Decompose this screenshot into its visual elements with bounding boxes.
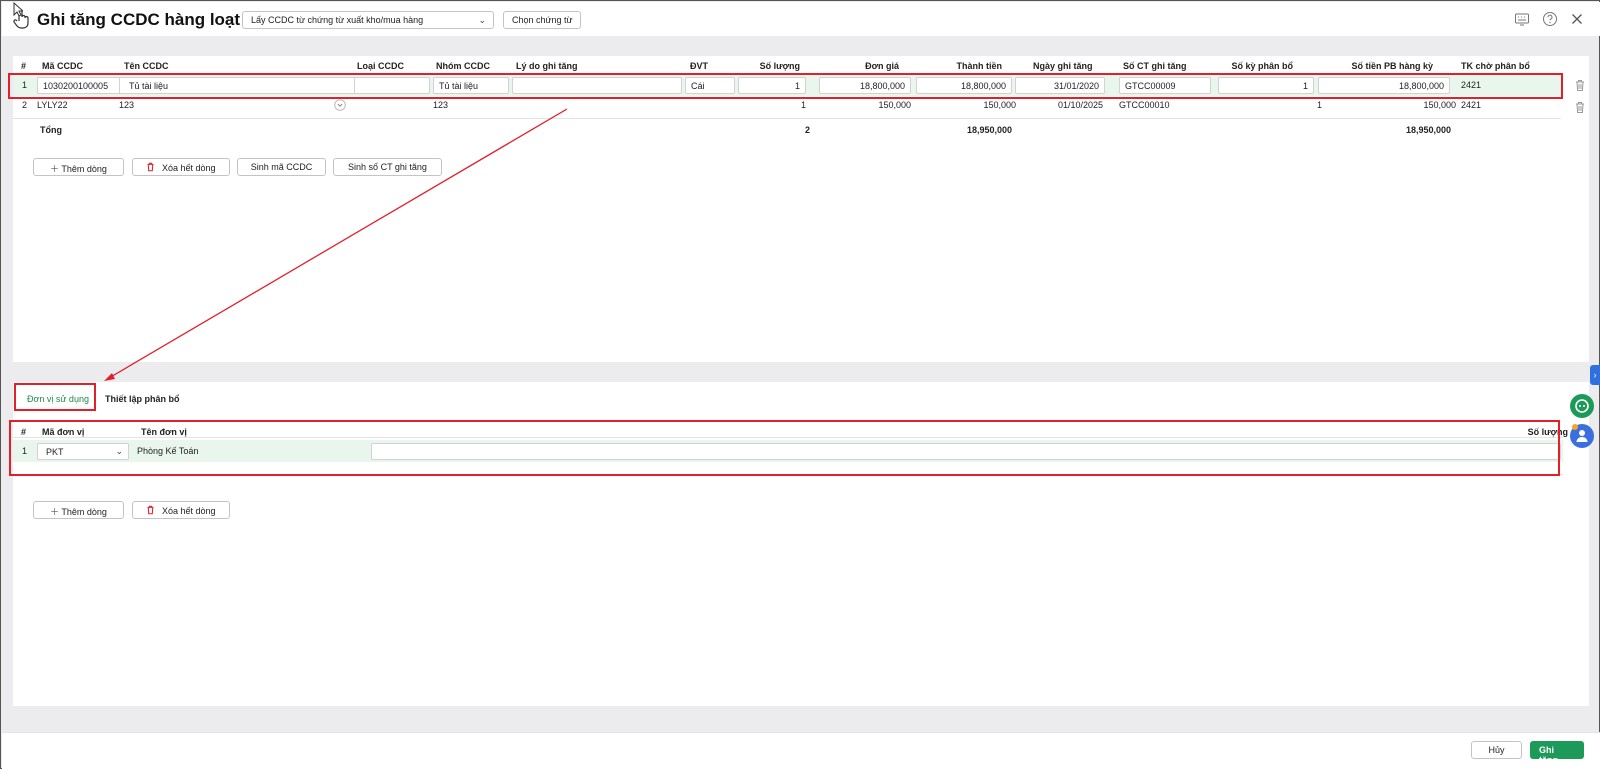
trash-icon (147, 162, 154, 172)
don-gia-value: 150,000 (878, 100, 911, 110)
chevron-down-icon: ⌄ (478, 15, 486, 25)
save-button[interactable]: Ghi tăng (1530, 741, 1584, 765)
choose-voucher-button[interactable]: Chọn chứng từ (503, 11, 581, 29)
add-row-button[interactable]: ＋ Thêm dòng (33, 501, 124, 519)
community-icon[interactable] (1569, 423, 1595, 449)
ten-ccdc-value: 123 (119, 100, 135, 110)
side-expand-tab[interactable]: › (1590, 365, 1600, 385)
gen-voucher-no-button[interactable]: Sinh số CT ghi tăng (333, 158, 442, 176)
close-icon[interactable] (1569, 11, 1585, 27)
so-luong-value: 1 (800, 100, 806, 110)
add-row-label: Thêm dòng (61, 164, 107, 174)
nhom-ccdc-value: 123 (433, 100, 449, 110)
col-ngay-ghi-tang: Ngày ghi tăng (1033, 61, 1093, 71)
total-periodic-amount: 18,950,000 (1405, 125, 1451, 135)
ma-ccdc-value: LYLY22 (37, 100, 68, 110)
col-index: # (21, 61, 27, 71)
col-loai-ccdc: Loại CCDC (357, 61, 404, 71)
source-select-value: Lấy CCDC từ chứng từ xuất kho/mua hàng (251, 15, 424, 25)
plus-icon: ＋ (50, 164, 60, 174)
delete-all-label: Xóa hết dòng (161, 163, 216, 173)
add-row-button[interactable]: ＋ Thêm dòng (33, 158, 124, 176)
col-so-tien-pb: Số tiền PB hàng kỳ (1351, 61, 1433, 71)
col-nhom-ccdc: Nhóm CCDC (436, 61, 490, 71)
trash-icon[interactable] (1574, 79, 1586, 92)
total-quantity: 2 (804, 125, 810, 135)
thanh-tien-value: 150,000 (983, 100, 1016, 110)
col-dvt: ĐVT (690, 61, 708, 71)
tk-cho-pb-value: 2421 (1461, 100, 1482, 110)
delete-all-label: Xóa hết dòng (161, 506, 216, 516)
col-ten-ccdc: Tên CCDC (124, 61, 169, 71)
chevron-down-circle-icon[interactable] (334, 99, 346, 111)
highlight-box (14, 383, 96, 411)
plus-icon: ＋ (50, 507, 60, 517)
col-thanh-tien: Thành tiền (956, 61, 1003, 71)
ngay-ghi-tang-value: 01/10/2025 (1057, 100, 1103, 110)
keyboard-icon[interactable] (1514, 11, 1530, 27)
col-so-luong: Số lượng (759, 61, 800, 71)
trash-icon (147, 505, 154, 515)
trash-icon[interactable] (1574, 101, 1586, 114)
total-row: Tổng 2 18,950,000 18,950,000 (13, 119, 1561, 141)
highlight-box (8, 73, 1563, 99)
dialog-footer: Hủy Ghi tăng (2, 732, 1600, 769)
col-ma-ccdc: Mã CCDC (42, 61, 84, 71)
total-label: Tổng (40, 125, 62, 135)
highlight-box (9, 420, 1560, 476)
gen-code-button[interactable]: Sinh mã CCDC (237, 158, 326, 176)
delete-all-rows-button[interactable]: Xóa hết dòng (132, 158, 230, 176)
so-ct-value: GTCC00010 (1119, 100, 1170, 110)
so-ky-value: 1 (1316, 100, 1322, 110)
row-index: 2 (22, 100, 28, 110)
ccdc-grid-header: # Mã CCDC Tên CCDC Loại CCDC Nhóm CCDC L… (13, 58, 1589, 72)
add-row-label: Thêm dòng (61, 507, 107, 517)
dialog: Ghi tăng CCDC hàng loạt Lấy CCDC từ chứn… (0, 0, 1600, 769)
help-icon[interactable] (1542, 11, 1558, 27)
cancel-button[interactable]: Hủy (1471, 741, 1522, 759)
mouse-cursor-icon (13, 2, 23, 17)
col-tk-cho-pb: TK chờ phân bổ (1461, 61, 1530, 71)
table-row[interactable]: 2 LYLY22 123 123 1 150,000 150,000 01/10… (13, 97, 1561, 119)
col-ly-do: Lý do ghi tăng (516, 61, 578, 71)
so-tien-pb-value: 150,000 (1423, 100, 1456, 110)
page-title: Ghi tăng CCDC hàng loạt (37, 10, 241, 29)
total-amount: 18,950,000 (966, 125, 1012, 135)
source-select[interactable]: Lấy CCDC từ chứng từ xuất kho/mua hàng ⌄ (242, 11, 494, 29)
chat-bot-icon[interactable] (1569, 393, 1595, 419)
col-don-gia: Đơn giá (865, 61, 899, 71)
col-so-ct: Số CT ghi tăng (1123, 61, 1187, 71)
col-so-ky: Số kỳ phân bổ (1231, 61, 1293, 71)
dialog-header: Ghi tăng CCDC hàng loạt Lấy CCDC từ chứn… (2, 2, 1600, 36)
delete-all-rows-button[interactable]: Xóa hết dòng (132, 501, 230, 519)
tab-thiet-lap-phan-bo[interactable]: Thiết lập phân bổ (105, 394, 180, 404)
